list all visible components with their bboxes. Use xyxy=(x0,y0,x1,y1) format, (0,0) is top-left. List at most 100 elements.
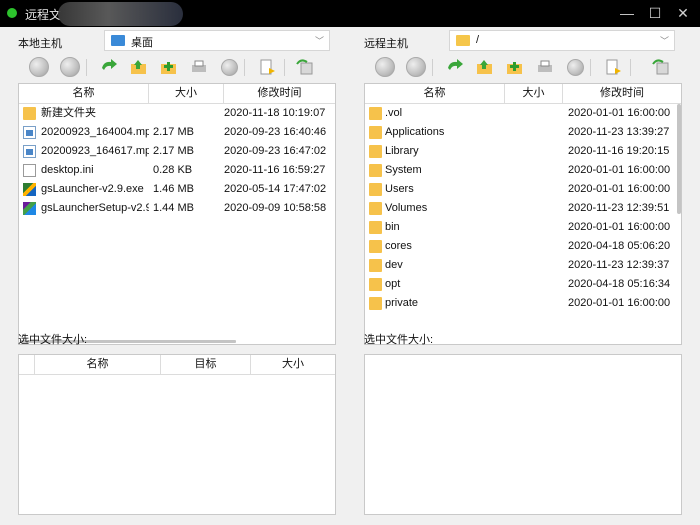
file-row[interactable]: 20200923_164004.mp 2.17 MB 2020-09-23 16… xyxy=(19,123,335,142)
file-row[interactable]: 20200923_164617.mp 2.17 MB 2020-09-23 16… xyxy=(19,142,335,161)
download-button[interactable] xyxy=(650,56,672,78)
file-row[interactable]: private 2020-01-01 16:00:00 xyxy=(365,294,681,313)
remote-path-value: / xyxy=(476,34,480,46)
desktop-icon xyxy=(111,35,125,46)
file-row[interactable]: .vol 2020-01-01 16:00:00 xyxy=(365,104,681,123)
parent-folder-button[interactable] xyxy=(128,56,150,78)
folder-icon xyxy=(369,107,382,120)
column-header-size[interactable]: 大小 xyxy=(149,84,224,103)
back-icon xyxy=(375,57,395,77)
new-folder-icon xyxy=(507,62,522,74)
forward-icon xyxy=(60,57,80,77)
local-selected-size-label: 选中文件大小: xyxy=(18,334,88,346)
text-file-icon xyxy=(23,164,36,177)
transfer-icon xyxy=(296,59,313,75)
exe-file-icon xyxy=(23,183,36,196)
remote-path-combobox[interactable]: / ﹀ xyxy=(449,30,675,51)
forward-button[interactable] xyxy=(405,56,427,78)
setup-file-icon xyxy=(23,202,36,215)
file-row[interactable]: 新建文件夹 2020-11-18 10:19:07 xyxy=(19,104,335,123)
folder-up-icon xyxy=(131,60,146,74)
delete-button[interactable] xyxy=(218,56,240,78)
file-row[interactable]: dev 2020-11-23 12:39:37 xyxy=(365,256,681,275)
local-toolbar xyxy=(28,56,338,82)
back-button[interactable] xyxy=(28,56,50,78)
file-row[interactable]: Volumes 2020-11-23 12:39:51 xyxy=(365,199,681,218)
file-row[interactable]: opt 2020-04-18 05:16:34 xyxy=(365,275,681,294)
back-icon xyxy=(29,57,49,77)
remote-file-list[interactable]: 名称 大小 修改时间 .vol 2020-01-01 16:00:00 Appli… xyxy=(364,83,682,345)
remote-details-panel xyxy=(364,354,682,515)
file-row[interactable]: Users 2020-01-01 16:00:00 xyxy=(365,180,681,199)
new-folder-button[interactable] xyxy=(504,56,526,78)
parent-folder-button[interactable] xyxy=(474,56,496,78)
remote-selected-size-label: 选中文件大小: xyxy=(364,334,434,346)
transfer-icon xyxy=(652,59,669,75)
folder-icon xyxy=(369,259,382,272)
folder-icon xyxy=(369,240,382,253)
file-row[interactable]: desktop.ini 0.28 KB 2020-11-16 16:59:27 xyxy=(19,161,335,180)
column-header-modified[interactable]: 修改时间 xyxy=(224,84,335,103)
rename-button[interactable] xyxy=(256,56,278,78)
local-host-label: 本地主机 xyxy=(18,38,62,50)
rename-icon xyxy=(260,59,275,75)
refresh-icon xyxy=(102,59,117,70)
local-file-list[interactable]: 名称 大小 修改时间 新建文件夹 2020-11-18 10:19:07 202… xyxy=(18,83,336,345)
delete-button[interactable] xyxy=(564,56,586,78)
transfer-queue-list[interactable]: 名称 目标 大小 xyxy=(18,354,336,515)
printer-icon xyxy=(192,60,206,72)
column-header-target[interactable]: 目标 xyxy=(161,355,251,374)
chevron-down-icon: ﹀ xyxy=(659,36,669,46)
back-button[interactable] xyxy=(374,56,396,78)
folder-icon xyxy=(369,145,382,158)
folder-icon xyxy=(369,221,382,234)
title-bar: 远程文 — ☐ ✕ xyxy=(0,0,700,27)
forward-icon xyxy=(406,57,426,77)
app-status-icon xyxy=(7,8,17,18)
redacted-title-area xyxy=(58,2,183,26)
folder-icon xyxy=(369,126,382,139)
remote-list-header: 名称 大小 修改时间 xyxy=(365,84,681,104)
column-header-name[interactable]: 名称 xyxy=(19,84,149,103)
delete-icon xyxy=(220,58,238,76)
remote-host-label: 远程主机 xyxy=(364,38,408,50)
close-button[interactable]: ✕ xyxy=(666,0,700,27)
vertical-scrollbar[interactable] xyxy=(677,104,681,214)
folder-icon xyxy=(23,107,36,120)
file-row[interactable]: cores 2020-04-18 05:06:20 xyxy=(365,237,681,256)
new-folder-icon xyxy=(161,62,176,74)
remote-toolbar xyxy=(374,56,684,82)
printer-icon xyxy=(538,60,552,72)
new-folder-button[interactable] xyxy=(158,56,180,78)
local-path-combobox[interactable]: 桌面 ﹀ xyxy=(104,30,330,51)
upload-button[interactable] xyxy=(294,56,316,78)
column-header-size[interactable]: 大小 xyxy=(505,84,563,103)
forward-button[interactable] xyxy=(59,56,81,78)
folder-icon xyxy=(369,183,382,196)
rename-button[interactable] xyxy=(602,56,624,78)
local-path-value: 桌面 xyxy=(131,37,153,49)
local-list-header: 名称 大小 修改时间 xyxy=(19,84,335,104)
column-header-name[interactable]: 名称 xyxy=(365,84,505,103)
column-header-size[interactable]: 大小 xyxy=(251,355,335,374)
file-row[interactable]: System 2020-01-01 16:00:00 xyxy=(365,161,681,180)
file-row[interactable]: Library 2020-11-16 19:20:15 xyxy=(365,142,681,161)
file-row[interactable]: Applications 2020-11-23 13:39:27 xyxy=(365,123,681,142)
column-header-modified[interactable]: 修改时间 xyxy=(563,84,681,103)
chevron-down-icon: ﹀ xyxy=(314,36,324,46)
window-title: 远程文 xyxy=(25,8,62,22)
folder-up-icon xyxy=(477,60,492,74)
print-button[interactable] xyxy=(534,56,556,78)
delete-icon xyxy=(566,58,584,76)
file-row[interactable]: bin 2020-01-01 16:00:00 xyxy=(365,218,681,237)
rename-icon xyxy=(606,59,621,75)
video-file-icon xyxy=(23,126,36,139)
refresh-button[interactable] xyxy=(444,56,466,78)
folder-icon xyxy=(369,202,382,215)
file-row[interactable]: gsLauncher-v2.9.exe 1.46 MB 2020-05-14 1… xyxy=(19,180,335,199)
file-row[interactable]: gsLauncherSetup-v2.9 1.44 MB 2020-09-09 … xyxy=(19,199,335,218)
folder-icon xyxy=(369,278,382,291)
print-button[interactable] xyxy=(188,56,210,78)
column-header-name[interactable]: 名称 xyxy=(35,355,161,374)
refresh-button[interactable] xyxy=(98,56,120,78)
